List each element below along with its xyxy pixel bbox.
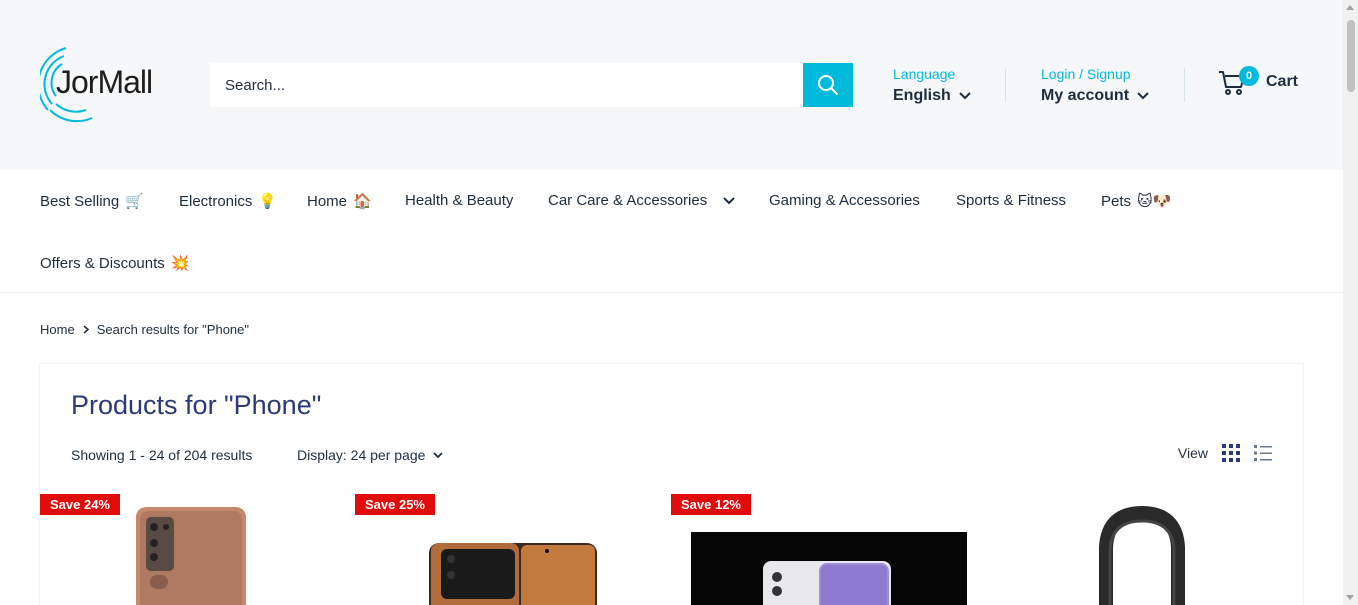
language-value: English: [893, 87, 951, 104]
scroll-up-arrow-icon[interactable]: [1346, 5, 1354, 10]
search-bar: [210, 63, 853, 107]
shopping-cart-icon: 🛒: [125, 192, 144, 210]
breadcrumb-home-link[interactable]: Home: [40, 322, 75, 337]
chevron-down-icon: [1137, 92, 1149, 100]
per-page-label: Display: 24 per page: [297, 447, 426, 463]
header-divider: [1005, 68, 1006, 102]
product-card[interactable]: [986, 487, 1286, 605]
scroll-down-arrow-icon[interactable]: [1346, 595, 1354, 600]
language-selector[interactable]: Language English: [893, 66, 971, 105]
discount-badge: Save 12%: [671, 494, 751, 515]
my-account-label: My account: [1041, 87, 1130, 104]
nav-label: Car Care & Accessories: [548, 192, 708, 209]
view-toggle: View: [1178, 444, 1272, 462]
language-label: Language: [893, 66, 956, 82]
list-view-icon[interactable]: [1254, 444, 1272, 462]
nav-label: Health & Beauty: [405, 192, 514, 209]
page-scrollbar[interactable]: [1343, 0, 1358, 605]
search-button[interactable]: [803, 63, 853, 107]
product-image[interactable]: [986, 487, 1286, 605]
jormall-logo[interactable]: JorMall: [40, 44, 170, 126]
main-navigation: Best Selling 🛒 Electronics 💡 Home 🏠 Heal…: [0, 170, 1343, 293]
per-page-select[interactable]: Display: 24 per page: [297, 447, 444, 463]
nav-label: Pets: [1101, 192, 1132, 210]
cart-label: Cart: [1266, 73, 1299, 90]
nav-item-health-beauty[interactable]: Health & Beauty: [405, 192, 513, 209]
brand-name: JorMall: [56, 64, 153, 100]
breadcrumb-current: Search results for "Phone": [96, 322, 249, 337]
chevron-right-icon: [83, 325, 89, 334]
nav-item-best-selling[interactable]: Best Selling 🛒: [40, 192, 144, 210]
nav-item-home[interactable]: Home 🏠: [307, 192, 372, 210]
chevron-down-icon: [959, 92, 971, 100]
collision-icon: 💥: [170, 254, 190, 272]
header-divider: [1184, 68, 1185, 102]
discount-badge: Save 24%: [40, 494, 120, 515]
nav-label: Sports & Fitness: [956, 192, 1067, 209]
nav-label: Electronics: [179, 192, 253, 210]
discount-badge: Save 25%: [355, 494, 435, 515]
nav-label: Best Selling: [40, 192, 120, 210]
chevron-down-icon: [433, 451, 444, 458]
logo-text: JorMall: [56, 64, 153, 101]
product-card[interactable]: Save 12%: [671, 487, 971, 605]
cart-count-badge: 0: [1239, 66, 1259, 86]
nav-item-offers[interactable]: Offers & Discounts 💥: [40, 254, 189, 272]
view-label: View: [1177, 445, 1208, 461]
page-title: Products for "Phone": [71, 390, 322, 420]
chevron-down-icon: [723, 196, 735, 204]
scroll-thumb[interactable]: [1347, 20, 1355, 92]
login-signup-link[interactable]: Login / Signup: [1041, 66, 1149, 82]
site-header: JorMall Language English Login / Signup …: [0, 0, 1343, 170]
breadcrumb: Home Search results for "Phone": [40, 322, 249, 337]
nav-label: Gaming & Accessories: [769, 192, 920, 209]
listing-toolbar: Showing 1 - 24 of 204 results Display: 2…: [71, 444, 1272, 467]
nav-item-car-care[interactable]: Car Care & Accessories: [548, 192, 735, 209]
search-icon: [818, 75, 838, 95]
nav-label: Offers & Discounts: [40, 254, 165, 272]
results-count: Showing 1 - 24 of 204 results: [71, 447, 253, 463]
nav-label: Home: [307, 192, 348, 210]
cart-link[interactable]: 0 Cart: [1218, 66, 1299, 96]
nav-item-gaming[interactable]: Gaming & Accessories: [769, 192, 920, 209]
nav-item-sports[interactable]: Sports & Fitness: [956, 192, 1066, 209]
cat-dog-icon: 🐱🐶: [1137, 192, 1172, 210]
product-card[interactable]: Save 24%: [40, 487, 340, 605]
nav-item-pets[interactable]: Pets 🐱🐶: [1101, 192, 1171, 210]
search-input[interactable]: [210, 63, 803, 107]
grid-view-icon[interactable]: [1222, 444, 1240, 462]
product-card[interactable]: Save 25%: [355, 487, 655, 605]
house-icon: 🏠: [353, 192, 372, 210]
account-menu[interactable]: Login / Signup My account: [1041, 66, 1149, 105]
nav-item-electronics[interactable]: Electronics 💡: [179, 192, 277, 210]
product-listing: Products for "Phone" Showing 1 - 24 of 2…: [40, 364, 1303, 605]
light-bulb-icon: 💡: [258, 192, 278, 210]
